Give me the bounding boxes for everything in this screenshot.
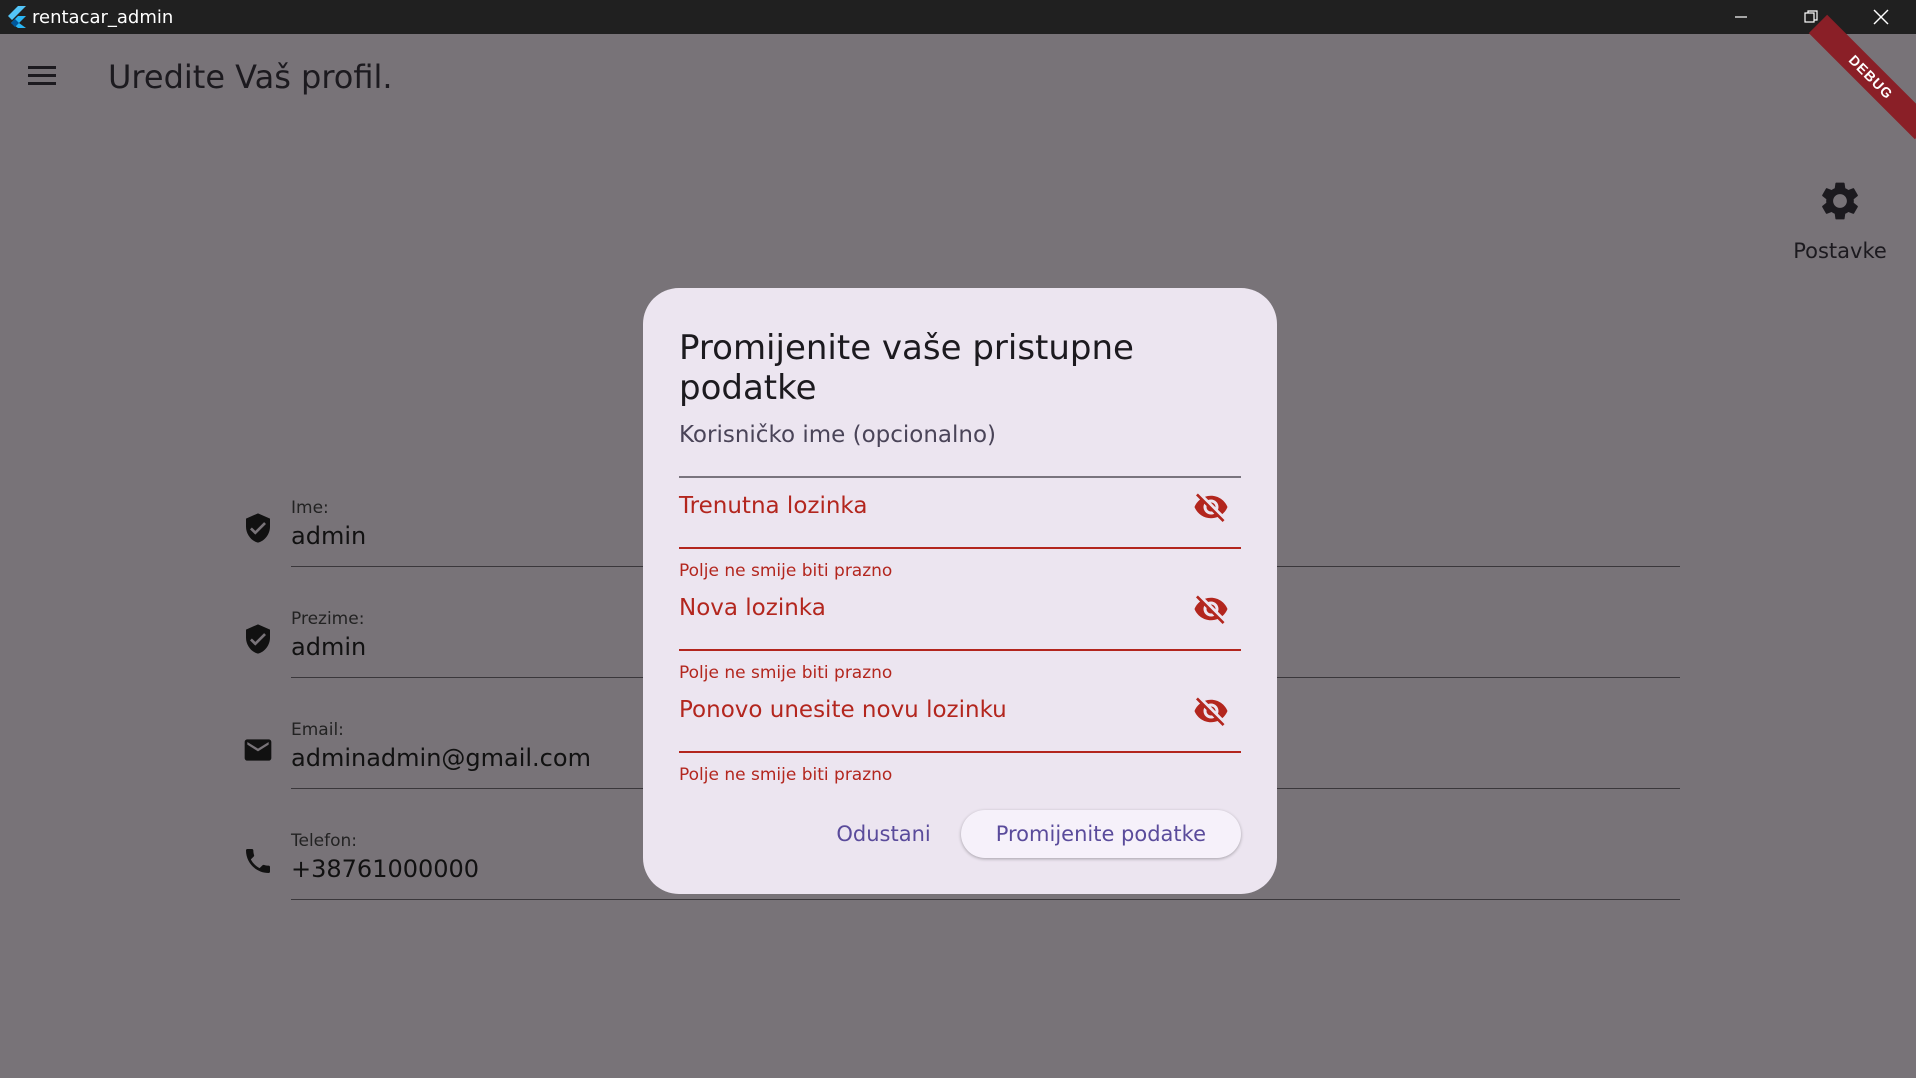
visibility-off-icon[interactable]: [1193, 591, 1229, 627]
close-window-button[interactable]: [1846, 0, 1916, 34]
repeat-password-underline: [679, 751, 1241, 753]
window-title: rentacar_admin: [32, 6, 174, 28]
username-underline: [679, 476, 1241, 478]
settings-label: Postavke: [1793, 239, 1887, 263]
menu-button[interactable]: [22, 60, 62, 90]
submit-change-button[interactable]: Promijenite podatke: [960, 810, 1241, 858]
flutter-logo-icon: [8, 6, 26, 28]
email-label: Email:: [291, 720, 344, 740]
verified-shield-icon: [246, 513, 270, 543]
phone-label: Telefon:: [291, 831, 358, 851]
visibility-off-icon[interactable]: [1193, 489, 1229, 525]
minimize-button[interactable]: [1706, 0, 1776, 34]
email-value[interactable]: adminadmin@gmail.com: [291, 744, 591, 772]
page-title: Uredite Vaš profil.: [108, 58, 393, 96]
new-password-error: Polje ne smije biti prazno: [679, 663, 893, 683]
current-password-underline: [679, 547, 1241, 549]
window-titlebar: rentacar_admin: [0, 0, 1916, 34]
hamburger-menu-icon: [28, 66, 56, 85]
repeat-password-error: Polje ne smije biti prazno: [679, 765, 893, 785]
current-password-error: Polje ne smije biti prazno: [679, 561, 893, 581]
settings-button[interactable]: Postavke: [1790, 178, 1890, 263]
first-name-value[interactable]: admin: [291, 522, 366, 550]
cancel-button[interactable]: Odustani: [836, 822, 930, 846]
mail-icon: [244, 739, 272, 761]
new-password-placeholder: Nova lozinka: [679, 595, 826, 621]
field-underline: [291, 899, 1680, 900]
current-password-placeholder: Trenutna lozinka: [679, 493, 868, 519]
first-name-label: Ime:: [291, 498, 329, 518]
repeat-password-placeholder: Ponovo unesite novu lozinku: [679, 697, 1007, 723]
restore-icon: [1804, 10, 1818, 23]
last-name-label: Prezime:: [291, 609, 365, 629]
new-password-underline: [679, 649, 1241, 651]
dialog-title: Promijenite vaše pristupne podatke: [679, 328, 1134, 408]
change-credentials-dialog: Promijenite vaše pristupne podatke Koris…: [643, 288, 1277, 894]
app-bar: Uredite Vaš profil.: [0, 34, 1916, 120]
phone-value[interactable]: +38761000000: [291, 855, 479, 883]
minimize-icon: [1735, 16, 1747, 18]
dialog-actions: Odustani Promijenite podatke: [836, 810, 1241, 858]
app-content: DEBUG Uredite Vaš profil. Postavke Ime: …: [0, 14, 1916, 1078]
username-placeholder: Korisničko ime (opcionalno): [679, 422, 997, 448]
gear-icon: [1822, 182, 1858, 220]
visibility-off-icon[interactable]: [1193, 693, 1229, 729]
verified-shield-icon: [246, 624, 270, 654]
close-icon: [1873, 9, 1889, 25]
phone-icon: [246, 849, 270, 873]
last-name-value[interactable]: admin: [291, 633, 366, 661]
